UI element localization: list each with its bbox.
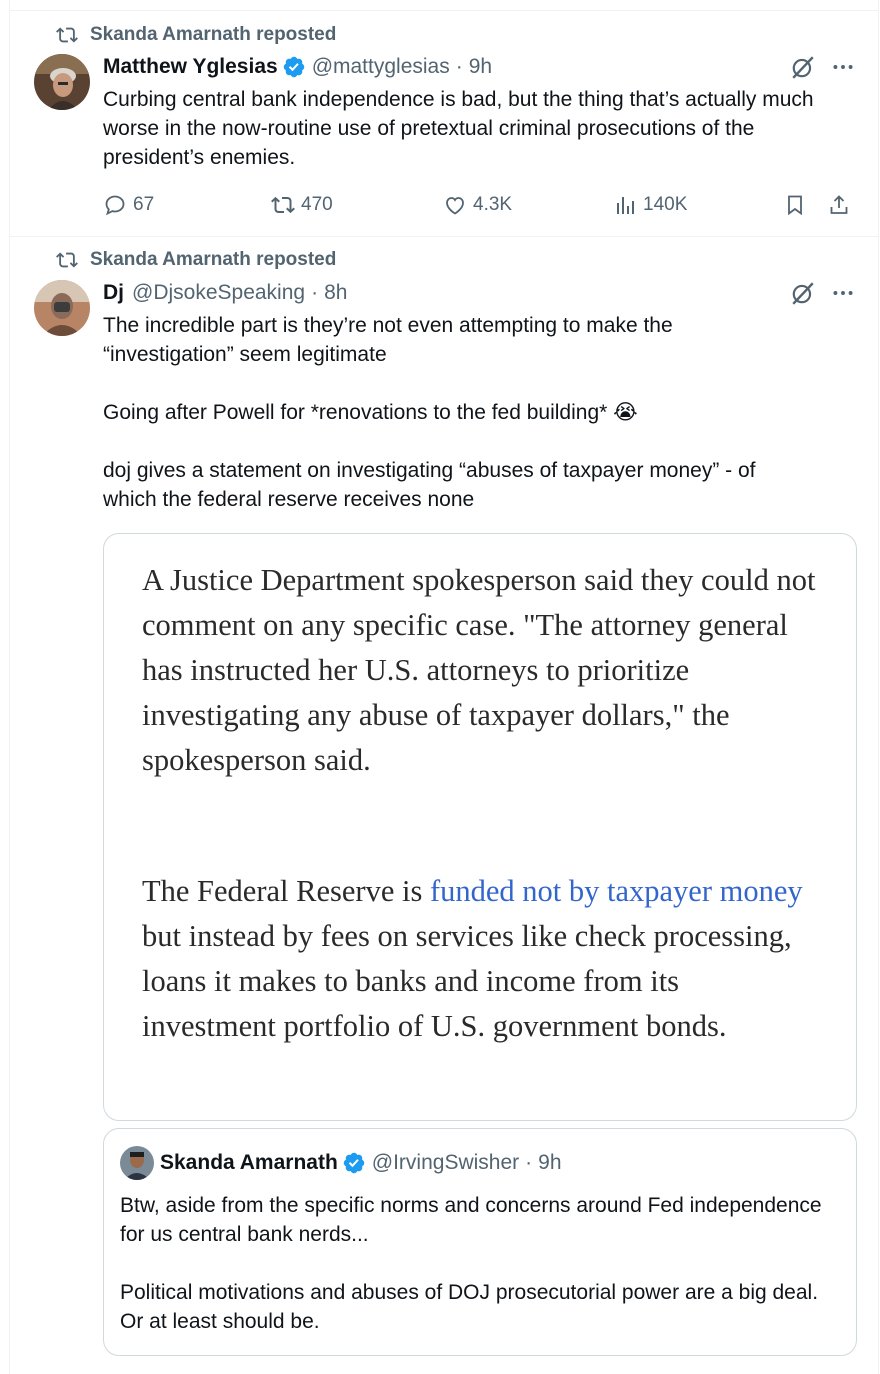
repost-context[interactable]: Skanda Amarnath reposted bbox=[56, 23, 336, 47]
quoted-paragraph: Btw, aside from the specific norms and c… bbox=[120, 1194, 822, 1246]
share-button[interactable] bbox=[827, 193, 857, 217]
more-icon[interactable] bbox=[830, 54, 856, 80]
tweet-text: Curbing central bank independence is bad… bbox=[103, 88, 814, 169]
avatar bbox=[120, 1146, 154, 1180]
repost-count: 470 bbox=[301, 194, 333, 215]
image-text: but instead by fees on services like che… bbox=[142, 919, 792, 1043]
repost-context[interactable]: Skanda Amarnath reposted bbox=[56, 248, 336, 272]
quoted-tweet[interactable]: Skanda Amarnath @IrvingSwisher · 9h Btw,… bbox=[103, 1128, 857, 1356]
tweet-paragraph: doj gives a statement on investigating “… bbox=[103, 459, 756, 511]
like-count: 4.3K bbox=[473, 194, 513, 215]
author-name[interactable]: Dj bbox=[103, 281, 124, 305]
separator-dot: · bbox=[525, 1151, 533, 1174]
author-name[interactable]: Matthew Yglesias bbox=[103, 55, 278, 79]
avatar[interactable] bbox=[34, 280, 90, 336]
tweet-text: The incredible part is they’re not even … bbox=[103, 311, 770, 514]
author-handle[interactable]: @mattyglesias bbox=[312, 55, 450, 79]
image-paragraph-2: The Federal Reserve is funded not by tax… bbox=[142, 869, 818, 1049]
timestamp[interactable]: 9h bbox=[469, 55, 492, 79]
more-icon[interactable] bbox=[830, 280, 856, 306]
image-link-text: funded not by taxpayer money bbox=[429, 874, 803, 908]
verified-badge-icon bbox=[283, 56, 304, 78]
repost-icon bbox=[56, 252, 78, 268]
verified-badge-icon bbox=[343, 1152, 365, 1174]
repost-icon bbox=[56, 27, 78, 43]
quoted-tweet-text: Btw, aside from the specific norms and c… bbox=[120, 1191, 826, 1336]
tweet-header: Dj @DjsokeSpeaking · 8h bbox=[103, 279, 840, 307]
views-button[interactable]: 140K bbox=[613, 193, 687, 217]
quoted-paragraph: Political motivations and abuses of DOJ … bbox=[120, 1281, 819, 1333]
bookmark-icon bbox=[788, 195, 802, 216]
repost-icon bbox=[271, 196, 295, 214]
attached-image[interactable]: A Justice Department spokesperson said t… bbox=[103, 533, 857, 1121]
grok-icon[interactable] bbox=[790, 54, 816, 80]
image-text: The Federal Reserve is bbox=[142, 874, 430, 908]
like-button[interactable]: 4.3K bbox=[443, 193, 512, 217]
reply-count: 67 bbox=[133, 194, 155, 215]
avatar-image bbox=[120, 1146, 154, 1180]
avatar[interactable] bbox=[34, 54, 90, 110]
avatar-image bbox=[34, 280, 90, 336]
separator-dot: · bbox=[311, 281, 319, 304]
reply-button[interactable]: 67 bbox=[103, 193, 154, 217]
separator-dot: · bbox=[455, 55, 463, 78]
author-name[interactable]: Skanda Amarnath bbox=[160, 1151, 338, 1175]
bookmark-button[interactable] bbox=[783, 193, 813, 217]
author-handle[interactable]: @DjsokeSpeaking bbox=[132, 281, 305, 305]
divider bbox=[10, 236, 878, 237]
reply-icon bbox=[105, 195, 125, 216]
views-count: 140K bbox=[643, 194, 688, 215]
action-bar: 67 470 4.3K 140K bbox=[103, 190, 856, 220]
tweet-paragraph: The incredible part is they’re not even … bbox=[103, 314, 673, 366]
divider bbox=[10, 10, 878, 11]
timestamp[interactable]: 8h bbox=[324, 281, 347, 305]
repost-context-label: Skanda Amarnath reposted bbox=[90, 249, 337, 270]
like-icon bbox=[446, 197, 464, 215]
tweet-header: Matthew Yglesias @mattyglesias · 9h bbox=[103, 53, 840, 81]
quoted-tweet-header: Skanda Amarnath @IrvingSwisher · 9h bbox=[120, 1146, 562, 1180]
views-icon bbox=[617, 197, 634, 214]
image-paragraph-1: A Justice Department spokesperson said t… bbox=[142, 563, 816, 777]
grok-icon[interactable] bbox=[790, 280, 816, 306]
repost-button[interactable]: 470 bbox=[271, 193, 333, 217]
repost-context-label: Skanda Amarnath reposted bbox=[90, 24, 337, 45]
author-handle[interactable]: @IrvingSwisher bbox=[372, 1151, 519, 1175]
tweet-paragraph: Going after Powell for *renovations to t… bbox=[103, 401, 638, 424]
timestamp[interactable]: 9h bbox=[538, 1151, 561, 1175]
share-icon bbox=[830, 195, 848, 214]
avatar-image bbox=[34, 54, 90, 110]
